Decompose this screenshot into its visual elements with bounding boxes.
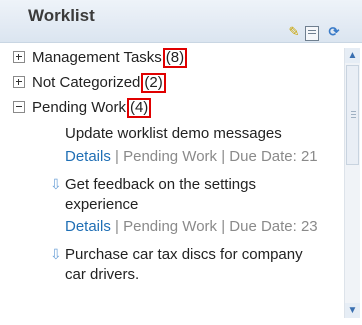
panel-title: Worklist	[28, 6, 95, 25]
collapse-icon[interactable]	[13, 101, 25, 114]
details-link[interactable]: Details	[65, 218, 111, 235]
expand-icon[interactable]	[13, 76, 25, 89]
node-label: Not Categorized	[32, 74, 141, 91]
task-title[interactable]: Get feedback on the settings	[65, 175, 256, 195]
grip-icon	[351, 111, 356, 112]
panel-header: Worklist ✎ ⟳	[0, 0, 362, 43]
scroll-thumb[interactable]	[346, 65, 359, 165]
scroll-down-icon[interactable]: ▼	[345, 303, 360, 318]
document-icon[interactable]	[305, 26, 319, 41]
arrow-down-icon: ⇩	[50, 176, 62, 192]
task-title-continued[interactable]: car drivers.	[65, 265, 139, 285]
worklist-panel: Worklist ✎ ⟳ Management Tasks (8) Not Cat…	[0, 0, 362, 325]
tree-node-not-categorized[interactable]: Not Categorized (2)	[13, 73, 166, 93]
expand-icon[interactable]	[13, 51, 25, 64]
refresh-icon[interactable]: ⟳	[326, 24, 342, 40]
task-meta-text: | Pending Work | Due Date: 21	[110, 148, 318, 165]
task-title[interactable]: Purchase car tax discs for company	[65, 245, 303, 265]
arrow-down-icon: ⇩	[50, 246, 62, 262]
task-title-continued[interactable]: experience	[65, 195, 138, 215]
task-meta: Details | Pending Work | Due Date: 21	[65, 147, 318, 167]
pencil-icon[interactable]: ✎	[286, 24, 302, 40]
vertical-scrollbar[interactable]: ▲ ▼	[344, 48, 360, 318]
task-meta-text: | Pending Work | Due Date: 23	[110, 218, 318, 235]
node-count: (2)	[141, 73, 166, 93]
scroll-up-icon[interactable]: ▲	[345, 48, 360, 63]
node-label: Pending Work	[32, 99, 126, 116]
tree-node-pending-work[interactable]: Pending Work (4)	[13, 98, 152, 118]
node-count: (4)	[126, 98, 152, 118]
details-link[interactable]: Details	[65, 148, 111, 165]
worklist-tree: Management Tasks (8) Not Categorized (2) P…	[0, 42, 340, 325]
node-count: (8)	[162, 48, 188, 68]
task-meta: Details | Pending Work | Due Date: 23	[65, 217, 318, 237]
task-title[interactable]: Update worklist demo messages	[65, 124, 282, 144]
tree-node-management-tasks[interactable]: Management Tasks (8)	[13, 48, 188, 68]
node-label: Management Tasks	[32, 49, 162, 66]
